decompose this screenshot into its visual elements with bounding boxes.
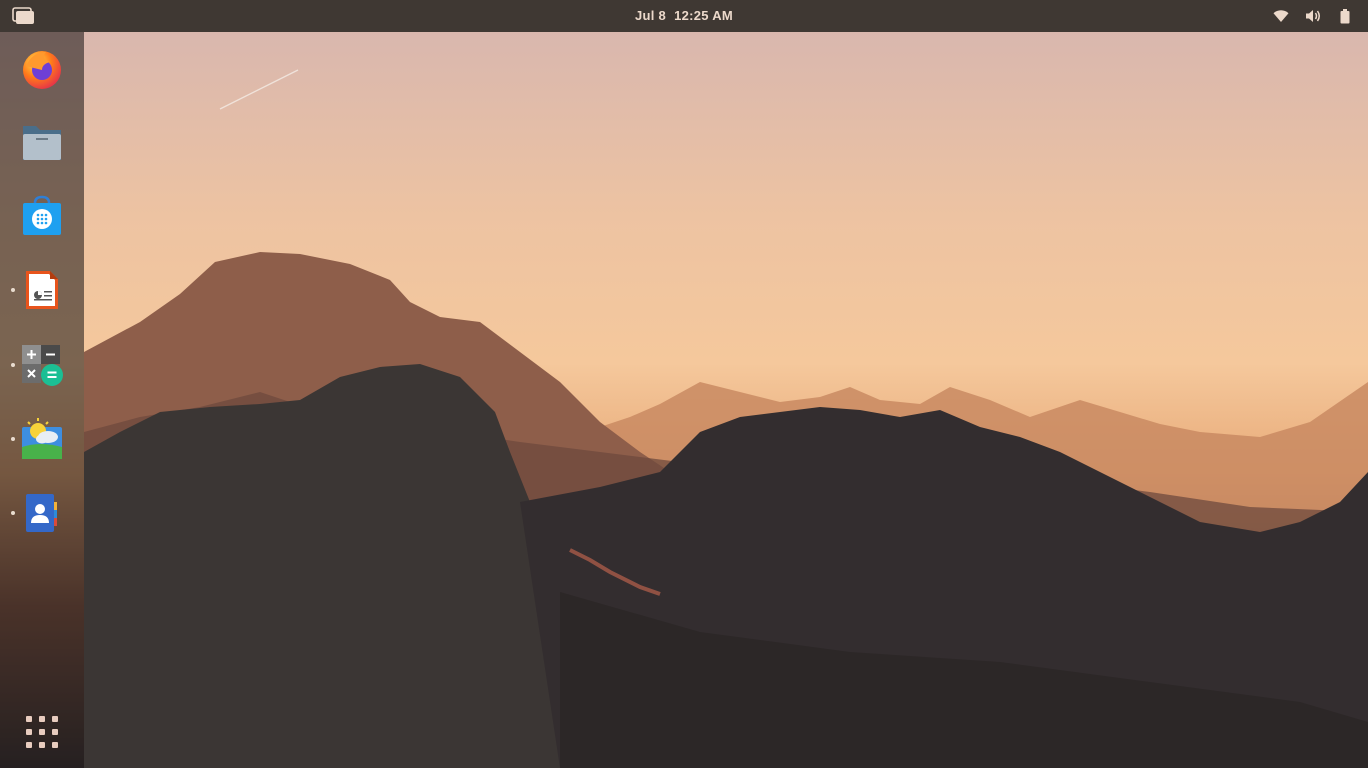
- top-bar: Jul 8 12:25 AM: [0, 0, 1368, 32]
- system-tray[interactable]: [1272, 0, 1354, 32]
- desktop-wallpaper[interactable]: [0, 32, 1368, 768]
- wifi-icon[interactable]: [1272, 7, 1290, 25]
- dock-item-calculator[interactable]: [18, 341, 66, 389]
- volume-icon[interactable]: [1304, 7, 1322, 25]
- clock-date: Jul 8: [634, 8, 667, 23]
- weather-icon: [22, 418, 62, 459]
- mountain-landscape: [84, 69, 1368, 768]
- folder-icon: [23, 126, 61, 160]
- dock-item-files[interactable]: [18, 118, 66, 166]
- dock-item-software[interactable]: [18, 192, 66, 240]
- calculator-icon: [22, 345, 63, 386]
- contacts-icon: [26, 494, 57, 532]
- store-bag-icon: [23, 195, 61, 235]
- firefox-icon: [23, 51, 61, 89]
- clock[interactable]: Jul 8 12:25 AM: [0, 0, 1368, 32]
- dock-item-weather[interactable]: [18, 415, 66, 463]
- clock-time: 12:25 AM: [674, 8, 734, 23]
- running-indicator: [11, 288, 15, 292]
- running-indicator: [11, 437, 15, 441]
- dock-item-contacts[interactable]: [18, 489, 66, 537]
- battery-icon[interactable]: [1336, 7, 1354, 25]
- running-indicator: [11, 511, 15, 515]
- dock-item-firefox[interactable]: [18, 44, 66, 92]
- dock: [0, 32, 84, 768]
- dock-item-impress[interactable]: [18, 266, 66, 314]
- app-grid-icon[interactable]: [26, 716, 58, 748]
- presentation-document-icon: [26, 271, 58, 309]
- running-indicator: [11, 363, 15, 367]
